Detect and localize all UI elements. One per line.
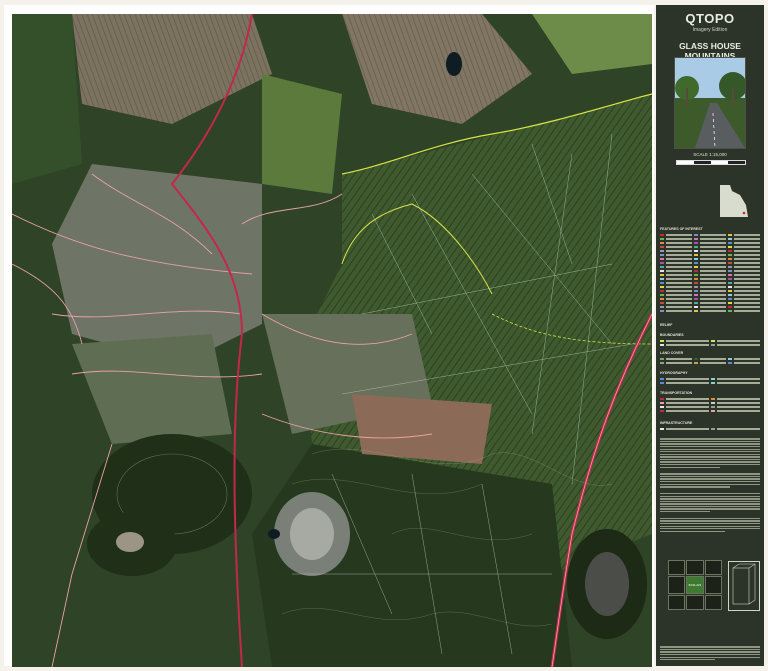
- legend-heading-transportation: TRANSPORTATION: [660, 391, 693, 395]
- legend-heading-landcover: LAND COVER: [660, 351, 684, 355]
- map-series-diagram: [728, 561, 760, 611]
- current-sheet-cell: 9444-221: [686, 576, 704, 594]
- legend-hydrography: [660, 377, 760, 385]
- edition-label: Imagery Edition: [692, 27, 728, 33]
- map-frame: [4, 5, 654, 667]
- footer-notes: [660, 645, 760, 662]
- legend-boundaries: [660, 339, 760, 347]
- notes-text: [660, 437, 760, 533]
- cover-photo: [674, 57, 746, 149]
- legend-heading-infrastructure: INFRASTRUCTURE: [660, 421, 693, 425]
- scale-label: SCALE 1:15,000: [693, 152, 727, 157]
- scale-bar: [676, 160, 746, 165]
- township: [52, 164, 262, 364]
- adjoining-sheets-index: 9444-221: [668, 560, 722, 610]
- brand-title: QTOPO: [685, 11, 735, 26]
- legend-heading-boundaries: BOUNDARIES: [660, 333, 684, 337]
- legend-features: [660, 233, 760, 313]
- satellite-map[interactable]: [12, 14, 652, 667]
- queensland-inset-map: [720, 185, 748, 217]
- legend-transportation: [660, 397, 760, 413]
- map-sheet: QTOPO Imagery Edition GLASS HOUSE MOUNTA…: [0, 0, 768, 671]
- legend-landcover: [660, 357, 760, 365]
- legend-infrastructure: [660, 427, 760, 431]
- legend-heading-relief: RELIEF: [660, 323, 673, 327]
- legend-panel: QTOPO Imagery Edition GLASS HOUSE MOUNTA…: [656, 5, 764, 666]
- legend-heading-hydrography: HYDROGRAPHY: [660, 371, 688, 375]
- legend-heading-features: FEATURES OF INTEREST: [660, 227, 703, 231]
